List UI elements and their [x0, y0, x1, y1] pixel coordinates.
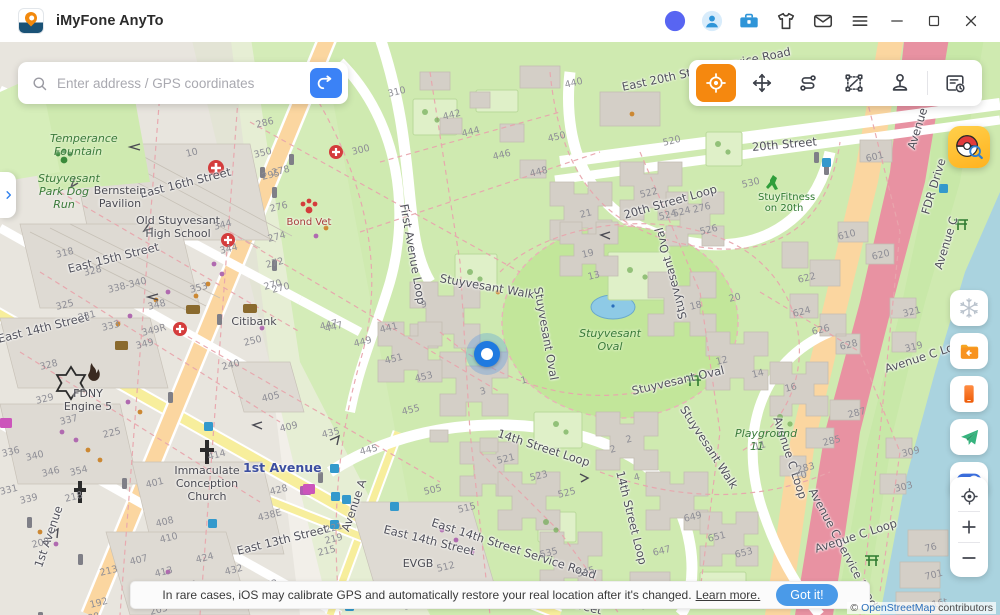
two-spot-route-mode-button[interactable] [788, 64, 828, 102]
mode-toolbar [689, 60, 982, 106]
title-bar: iMyFone AnyTo [0, 0, 1000, 42]
joystick-mode-button[interactable] [880, 64, 920, 102]
folder-import-icon [960, 344, 978, 359]
paper-plane-icon [960, 429, 978, 445]
import-gpx-button[interactable] [950, 333, 988, 369]
zoom-in-button[interactable] [950, 512, 988, 542]
pokemon-radar-button[interactable] [948, 126, 990, 168]
plus-icon [962, 520, 976, 534]
crosshair-icon [960, 487, 978, 505]
map-tools-rail [950, 290, 988, 498]
attribution-prefix: © [850, 602, 862, 614]
locate-me-button[interactable] [950, 481, 988, 511]
multi-spot-route-mode-button[interactable] [834, 64, 874, 102]
snowflake-icon [960, 298, 978, 318]
search-bar[interactable] [18, 62, 348, 104]
pokeball-icon [956, 135, 983, 160]
titlebar-actions [662, 8, 1000, 34]
cooldown-timer-button[interactable] [950, 290, 988, 326]
map-canvas[interactable]: East 16th Street East 15th Street East 14t… [0, 32, 1000, 615]
notice-text: In rare cases, iOS may calibrate GPS and… [162, 588, 692, 602]
zoom-out-button[interactable] [950, 543, 988, 573]
search-go-button[interactable] [310, 68, 342, 98]
minus-icon [962, 557, 976, 559]
user-account-icon[interactable] [699, 8, 725, 34]
app-window: East 16th Street East 15th Street East 14t… [0, 0, 1000, 615]
minimize-button[interactable] [884, 8, 910, 34]
menu-icon[interactable] [847, 8, 873, 34]
discord-icon[interactable] [662, 8, 688, 34]
map-tiles [0, 32, 1000, 615]
app-title: iMyFone AnyTo [56, 13, 164, 29]
tshirt-icon[interactable] [773, 8, 799, 34]
sidebar-expand-toggle[interactable] [0, 172, 16, 218]
gps-calibration-notice: In rare cases, iOS may calibrate GPS and… [130, 581, 870, 609]
multi-spot-movement-mode-button[interactable] [742, 64, 782, 102]
location-dot [481, 348, 493, 360]
history-records-button[interactable] [935, 64, 975, 102]
close-button[interactable] [958, 8, 984, 34]
app-logo-icon [18, 8, 44, 34]
search-input[interactable] [57, 75, 310, 91]
got-it-button[interactable]: Got it! [776, 584, 838, 606]
attribution-suffix: contributors [935, 602, 993, 614]
phone-icon [964, 385, 974, 403]
teleport-mode-button[interactable] [696, 64, 736, 102]
map-attribution: © OpenStreetMap contributors [847, 602, 996, 614]
telegram-button[interactable] [950, 419, 988, 455]
device-button[interactable] [950, 376, 988, 412]
toolbar-divider [927, 71, 928, 95]
mail-icon[interactable] [810, 8, 836, 34]
learn-more-link[interactable]: Learn more. [696, 588, 761, 602]
chevron-right-icon [5, 191, 11, 199]
openstreetmap-link[interactable]: OpenStreetMap [861, 602, 935, 614]
map-zoom-controls [950, 477, 988, 577]
search-icon [31, 75, 48, 92]
toolbox-icon[interactable] [736, 8, 762, 34]
maximize-button[interactable] [921, 8, 947, 34]
